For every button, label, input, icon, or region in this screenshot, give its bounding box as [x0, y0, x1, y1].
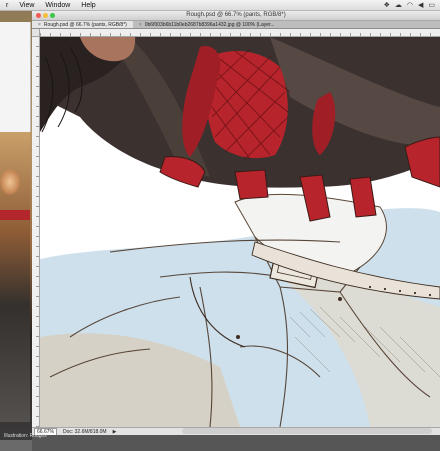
document-tabs: × Rough.psd @ 66.7% (pants, RGB/8*) × 0b6f…: [32, 21, 440, 29]
menu-item-window[interactable]: Window: [39, 2, 75, 9]
menu-item-help[interactable]: Help: [75, 2, 100, 9]
tab-rough-psd[interactable]: × Rough.psd @ 66.7% (pants, RGB/8*): [32, 21, 133, 28]
horizontal-ruler[interactable]: [40, 29, 440, 37]
tab-reference-jpg[interactable]: × 0b6f003b6b11b0eb2687b8396a1432.jpg @ 10…: [133, 21, 281, 28]
ruler-corner[interactable]: [32, 29, 40, 37]
reference-photo[interactable]: [0, 132, 30, 422]
dock-label: Illustration: Roughs: [4, 433, 47, 439]
wifi-icon[interactable]: ◠: [407, 1, 413, 9]
cloud-icon[interactable]: ☁: [395, 1, 402, 9]
reference-photo-detail: [0, 210, 30, 220]
tab-label: 0b6f003b6b11b0eb2687b8396a1432.jpg @ 100…: [144, 22, 275, 28]
status-menu-arrow-icon[interactable]: ▶: [113, 429, 117, 435]
dropbox-icon[interactable]: ❖: [384, 1, 390, 9]
menu-bar: r View Window Help ❖ ☁ ◠ ◀ ▭: [0, 0, 440, 11]
background-window[interactable]: [0, 22, 31, 132]
close-tab-icon[interactable]: ×: [38, 22, 41, 28]
document-canvas[interactable]: [40, 37, 440, 427]
menu-item-app[interactable]: r: [0, 2, 13, 9]
vertical-ruler[interactable]: [32, 37, 40, 427]
horizontal-scrollbar[interactable]: [182, 428, 432, 434]
volume-icon[interactable]: ◀: [418, 1, 423, 9]
menu-item-view[interactable]: View: [13, 2, 39, 9]
tab-label: Rough.psd @ 66.7% (pants, RGB/8*): [43, 22, 127, 28]
desktop-bottom-area: [32, 435, 440, 451]
document-size-info[interactable]: Doc: 32.6M/818.0M: [63, 429, 107, 435]
document-titlebar[interactable]: Rough.psd @ 66.7% (pants, RGB/8*): [32, 11, 440, 21]
menu-status-area: ❖ ☁ ◠ ◀ ▭: [384, 1, 440, 9]
document-title: Rough.psd @ 66.7% (pants, RGB/8*): [186, 12, 286, 18]
close-tab-icon[interactable]: ×: [139, 22, 142, 28]
artwork-illustration: [40, 37, 440, 427]
belt-strap-middle: [234, 169, 269, 200]
document-window: Rough.psd @ 66.7% (pants, RGB/8*) × Rough…: [32, 11, 440, 451]
battery-icon[interactable]: ▭: [428, 1, 435, 9]
